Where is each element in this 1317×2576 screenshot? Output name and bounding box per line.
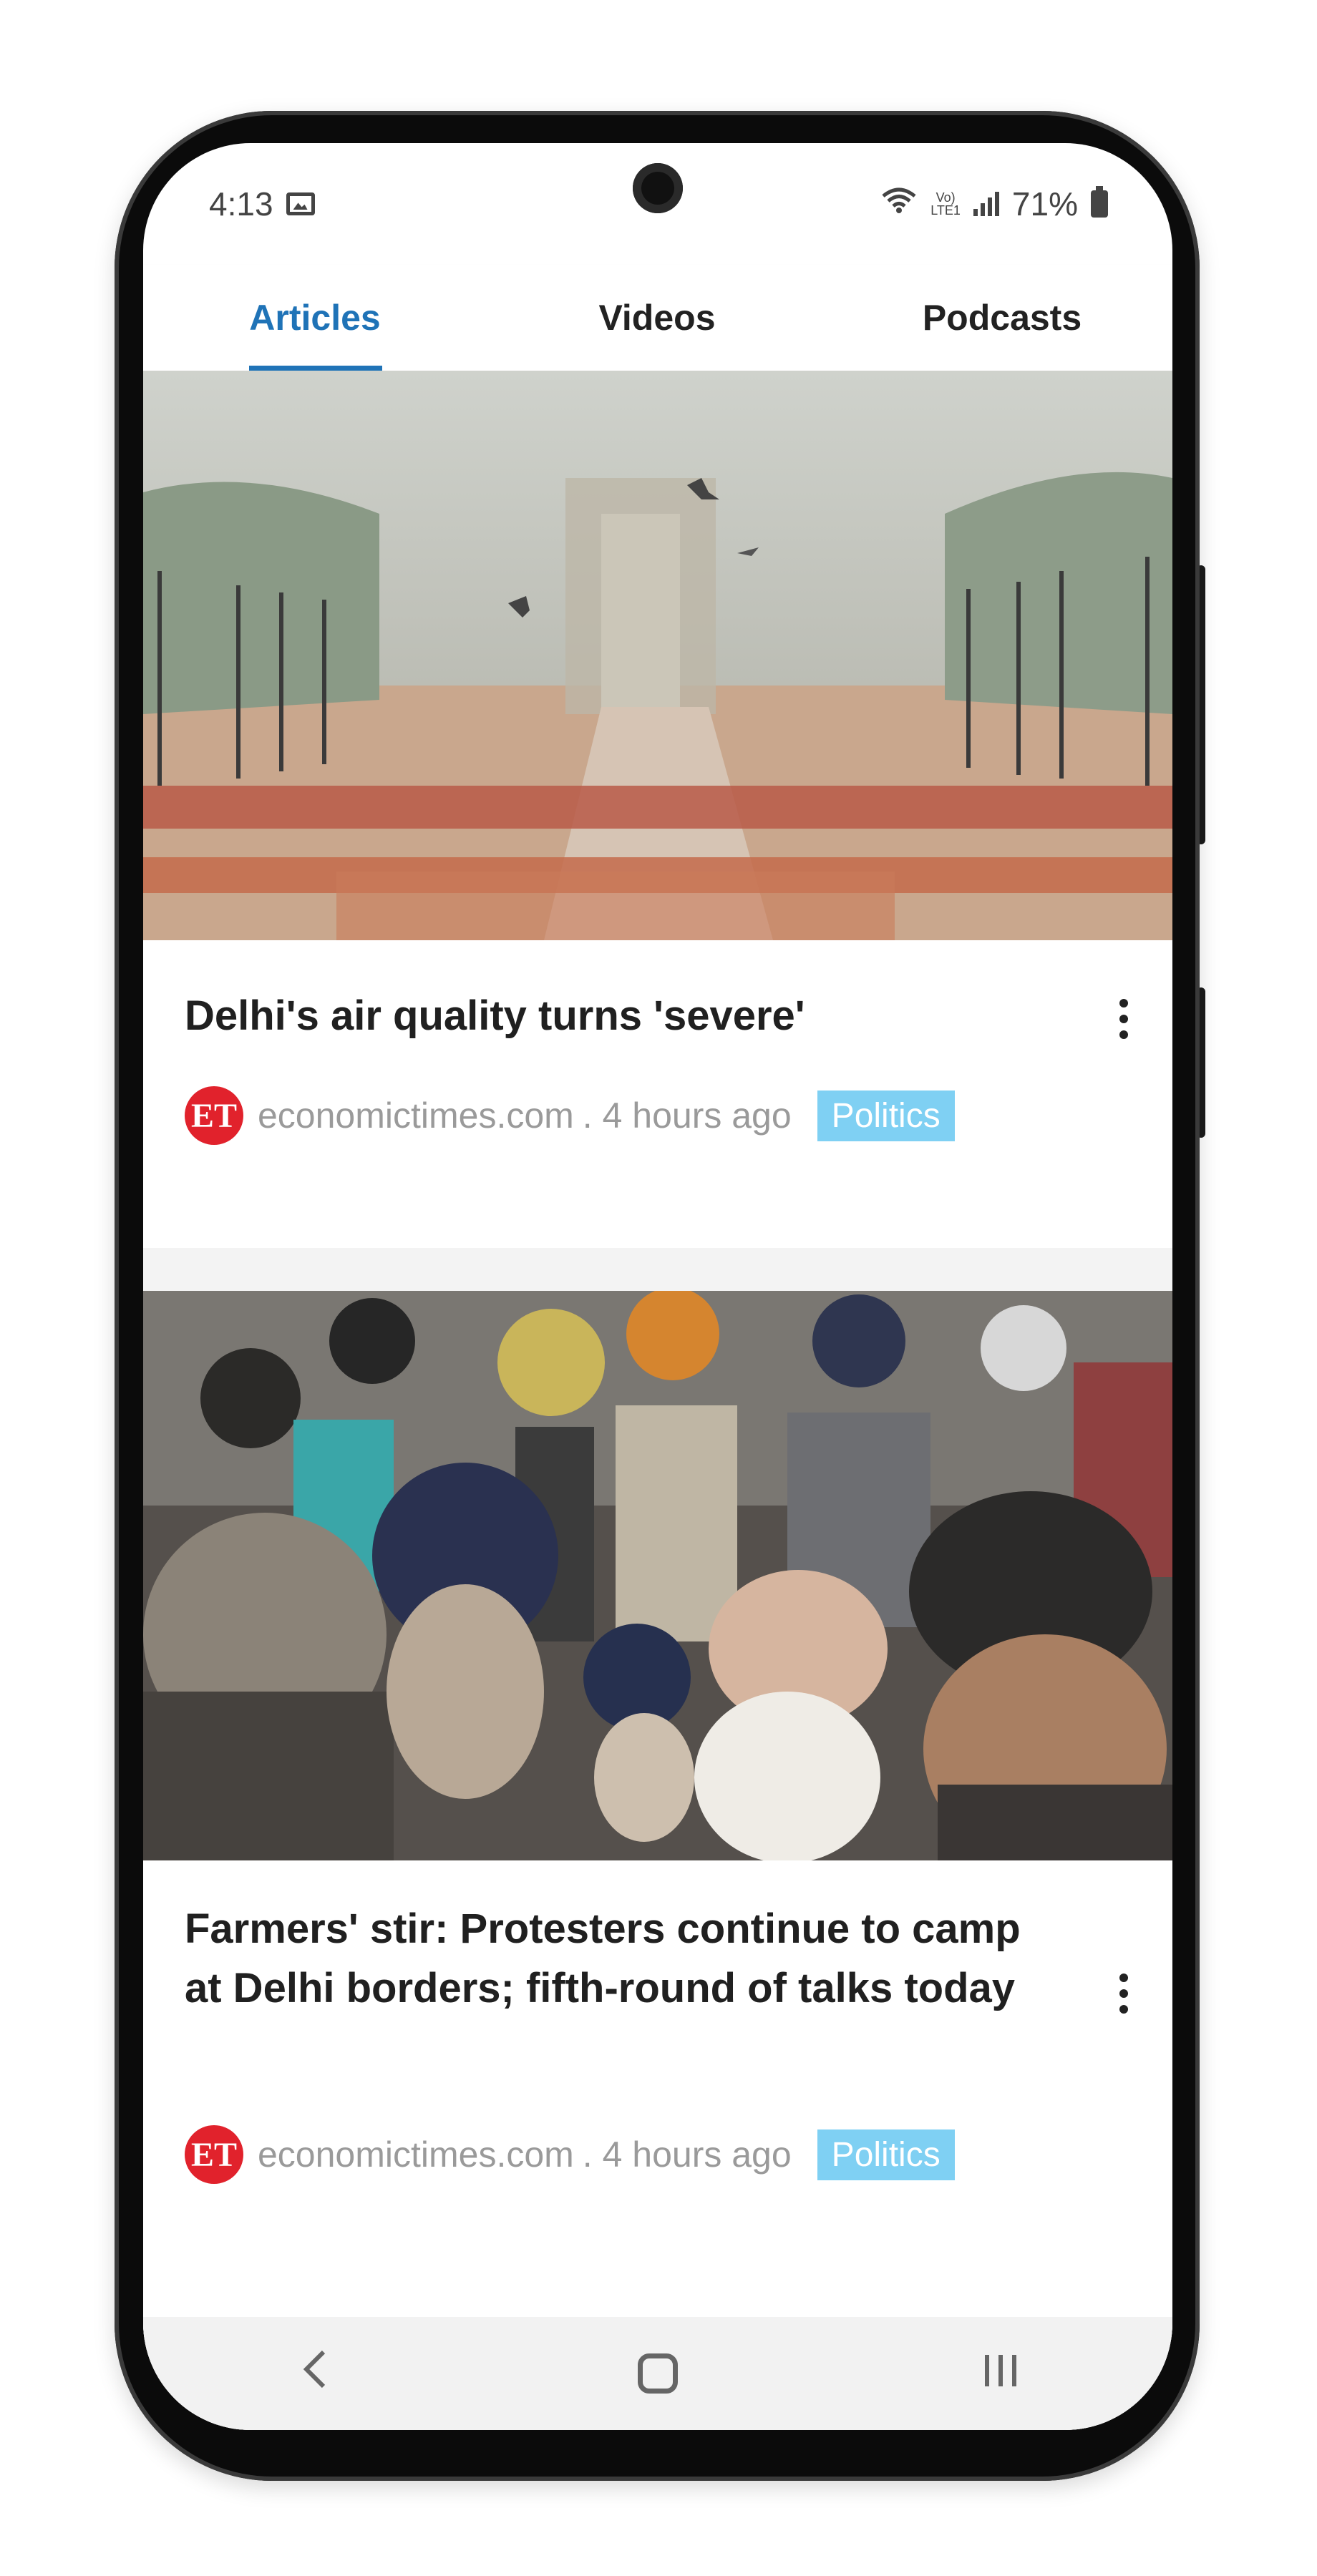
status-bar: 4:13 Vo) LTE1 71% (143, 143, 1172, 265)
back-chevron-icon[interactable] (243, 2344, 387, 2403)
signal-icon (973, 192, 999, 216)
category-badge[interactable]: Politics (817, 1090, 955, 1141)
more-options-icon[interactable] (1109, 983, 1138, 1055)
tab-articles[interactable]: Articles (229, 265, 401, 371)
home-icon[interactable] (586, 2353, 729, 2394)
article-headline[interactable]: Delhi's air quality turns 'severe' (185, 986, 1065, 1045)
battery-percent: 71% (1011, 185, 1078, 223)
image-notification-icon (286, 192, 315, 215)
article-meta: ET economictimes.com . 4 hours ago Polit… (185, 2125, 955, 2184)
tab-bar: Articles Videos Podcasts (143, 265, 1172, 371)
article-thumbnail[interactable] (143, 1291, 1172, 1860)
source-logo: ET (185, 2125, 243, 2184)
tab-indicator (249, 366, 382, 371)
navigation-bar (143, 2317, 1172, 2430)
volte-indicator: Vo) LTE1 (930, 190, 961, 218)
more-options-icon[interactable] (1109, 1958, 1138, 2029)
article-headline[interactable]: Farmers' stir: Protesters continue to ca… (185, 1899, 1065, 2018)
source-name: economictimes.com (258, 1096, 574, 1136)
article-thumbnail[interactable] (143, 371, 1172, 940)
wifi-icon (880, 186, 918, 222)
category-badge[interactable]: Politics (817, 2129, 955, 2180)
tab-videos[interactable]: Videos (564, 265, 750, 371)
published-time: . 4 hours ago (582, 1096, 792, 1136)
recents-icon[interactable] (929, 2344, 1072, 2403)
source-name: economictimes.com (258, 2135, 574, 2175)
article-feed[interactable]: Delhi's air quality turns 'severe' ET ec… (143, 371, 1172, 2430)
article-card[interactable]: Delhi's air quality turns 'severe' ET ec… (143, 371, 1172, 1248)
article-card[interactable]: Farmers' stir: Protesters continue to ca… (143, 1291, 1172, 2430)
tab-podcasts[interactable]: Podcasts (895, 265, 1109, 371)
phone-screen: 4:13 Vo) LTE1 71% Articles Videos Podcas… (143, 143, 1172, 2430)
published-time: . 4 hours ago (582, 2135, 792, 2175)
source-logo: ET (185, 1086, 243, 1145)
article-meta: ET economictimes.com . 4 hours ago Polit… (185, 1086, 955, 1145)
status-time: 4:13 (209, 185, 273, 223)
battery-icon (1091, 186, 1108, 218)
